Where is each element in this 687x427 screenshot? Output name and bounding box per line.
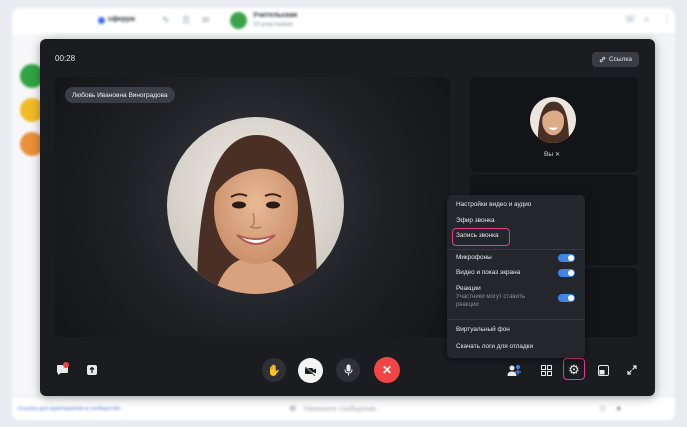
toggle-label-video-screen: Видео и показ экрана: [456, 269, 521, 276]
microphone-icon: [344, 364, 352, 376]
chat-title: Учительская: [253, 12, 298, 19]
video-screen-toggle[interactable]: [558, 269, 575, 277]
participant-photo: [167, 117, 344, 294]
self-video-tile[interactable]: Вы ✕: [470, 77, 638, 172]
copy-link-label: Ссылка: [608, 56, 632, 63]
mic-icon[interactable]: ●: [616, 403, 621, 413]
settings-button[interactable]: ⚙: [563, 358, 585, 380]
brand-name: сферум: [108, 16, 135, 23]
menu-item-download-logs[interactable]: Скачать логи для отладки: [456, 343, 533, 351]
participant-name-chip: Любовь Ивановна Виноградова: [65, 87, 175, 103]
chat-button[interactable]: [54, 362, 70, 378]
menu-divider: [447, 249, 585, 250]
share-screen-button[interactable]: [84, 362, 100, 378]
participant-name: Любовь Ивановна Виноградова: [72, 91, 168, 99]
filter-icon[interactable]: ☰: [182, 15, 190, 26]
menu-item-virtual-background[interactable]: Виртуальный фон: [456, 326, 510, 334]
app-bottombar: Ссылка для приглашения в сообщество ⊕ На…: [12, 396, 675, 420]
microphone-button[interactable]: [336, 358, 360, 382]
more-icon[interactable]: ⋮: [662, 14, 672, 25]
gear-icon: ⚙: [568, 361, 580, 377]
raise-hand-icon: ✋: [267, 364, 281, 377]
raise-hand-button[interactable]: ✋: [262, 358, 286, 382]
close-icon: ✕: [381, 363, 393, 377]
end-call-button[interactable]: ✕: [374, 357, 400, 383]
message-input[interactable]: Напишите сообщение...: [304, 406, 382, 413]
expand-icon: [627, 365, 637, 375]
menu-item-video-audio-settings[interactable]: Настройки видео и аудио: [456, 201, 531, 209]
toggle-label-reactions: Реакции: [456, 285, 481, 292]
settings-menu: Настройки видео и аудио Эфир звонка Запи…: [447, 195, 585, 358]
self-label: Вы ✕: [544, 151, 560, 158]
phone-icon[interactable]: ☏: [624, 14, 637, 25]
fullscreen-button[interactable]: [623, 361, 641, 379]
grid-layout-button[interactable]: [537, 361, 555, 379]
invite-link[interactable]: Ссылка для приглашения в сообщество: [18, 406, 121, 412]
reactions-toggle[interactable]: [558, 294, 575, 302]
share-screen-icon: [87, 365, 97, 375]
reactions-description: Участники могут ставить реакции: [456, 294, 525, 308]
chat-avatar: [230, 12, 247, 29]
menu-item-recording-label: Запись звонка: [456, 232, 499, 239]
grid-icon: [540, 364, 552, 376]
menu-item-recording[interactable]: Запись звонка: [452, 228, 510, 246]
toggle-label-microphones: Микрофоны: [456, 254, 492, 261]
add-attachment-icon[interactable]: ⊕: [289, 403, 297, 414]
self-avatar: [530, 97, 576, 143]
edit-icon[interactable]: ✎: [162, 15, 170, 26]
app-topbar: сферум ✎ ☰ ✉ Учительская 20 участников ☏…: [12, 8, 675, 35]
search-icon[interactable]: ⌕: [644, 14, 650, 25]
pip-icon: [597, 364, 609, 376]
participants-icon: [507, 364, 521, 376]
emoji-icon[interactable]: ☺: [598, 403, 607, 413]
compose-icon[interactable]: ✉: [202, 15, 210, 26]
self-name: Вы: [544, 151, 554, 158]
camera-toggle-button[interactable]: [298, 358, 323, 383]
menu-divider: [447, 319, 585, 320]
microphones-toggle[interactable]: [558, 254, 575, 262]
mic-muted-icon: ✕: [555, 152, 561, 158]
brand-logo: [98, 17, 105, 24]
picture-in-picture-button[interactable]: [594, 361, 612, 379]
menu-item-broadcast[interactable]: Эфир звонка: [456, 217, 495, 225]
self-photo: [530, 97, 576, 143]
chat-subtitle: 20 участников: [253, 22, 293, 28]
notification-dot: [63, 362, 69, 368]
call-timer: 00:28: [55, 54, 76, 63]
main-video-tile[interactable]: Любовь Ивановна Виноградова: [55, 77, 450, 337]
camera-off-icon: [304, 365, 316, 376]
copy-link-button[interactable]: Ссылка: [592, 52, 639, 67]
participants-button[interactable]: [505, 361, 523, 379]
link-icon: [599, 56, 606, 63]
participant-avatar: [167, 117, 344, 294]
